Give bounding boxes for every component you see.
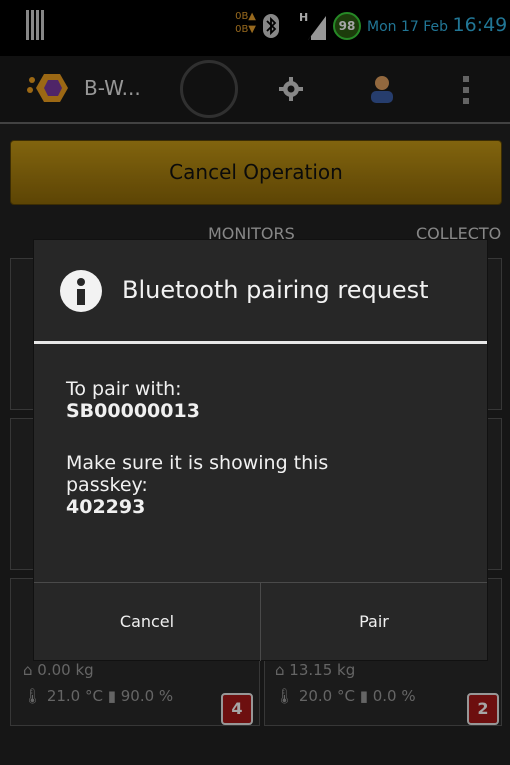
pair-with-label: To pair with: (66, 378, 182, 400)
dialog-message: To pair with: SB00000013 Make sure it is… (66, 378, 466, 518)
dialog-buttons: Cancel Pair (34, 582, 487, 661)
device-name: SB00000013 (66, 400, 200, 422)
info-icon (60, 270, 102, 312)
dialog-header: Bluetooth pairing request (34, 240, 487, 342)
dialog-title: Bluetooth pairing request (122, 276, 429, 304)
cancel-button[interactable]: Cancel (34, 583, 260, 661)
dialog-divider (34, 341, 487, 344)
passkey-prompt-line1: Make sure it is showing this (66, 452, 329, 474)
passkey-value: 402293 (66, 496, 146, 518)
bluetooth-pairing-dialog: Bluetooth pairing request To pair with: … (34, 240, 487, 661)
pair-button[interactable]: Pair (261, 583, 487, 661)
passkey-prompt-line2: passkey: (66, 474, 148, 496)
